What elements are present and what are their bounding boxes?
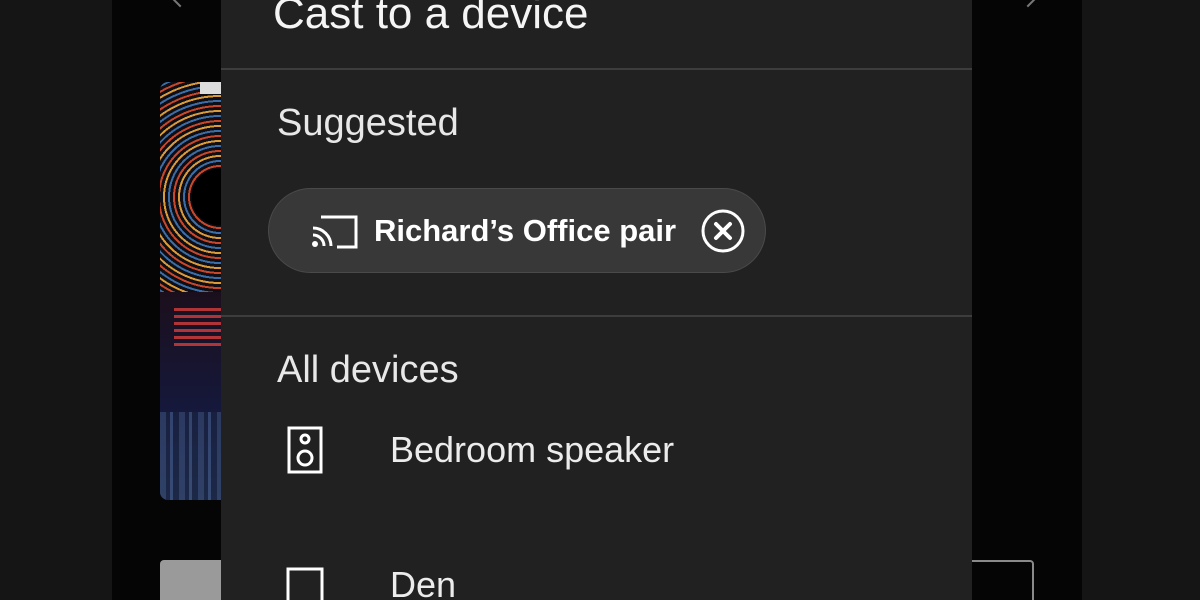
- section-divider: [221, 315, 972, 317]
- device-name: Bedroom speaker: [390, 429, 675, 470]
- device-row-bedroom-speaker[interactable]: Bedroom speaker: [221, 410, 972, 490]
- title-divider: [221, 68, 972, 70]
- suggested-device-label: Richard’s Office pair: [374, 213, 677, 248]
- device-name: Den: [390, 564, 457, 600]
- device-row-den[interactable]: Den: [221, 545, 972, 600]
- tv-icon: [286, 567, 324, 600]
- suggested-device-chip[interactable]: Richard’s Office pair: [268, 188, 766, 273]
- close-circle-icon[interactable]: [701, 209, 745, 253]
- suggested-header: Suggested: [277, 102, 459, 144]
- speaker-icon: [287, 426, 323, 474]
- all-devices-header: All devices: [277, 349, 459, 391]
- cast-dialog: Cast to a device Suggested Richard’s Off…: [221, 0, 972, 600]
- dialog-title: Cast to a device: [273, 0, 589, 38]
- cast-icon: [312, 215, 358, 249]
- screen: Cast to a device Suggested Richard’s Off…: [0, 0, 1200, 600]
- background-control-left: [160, 560, 230, 600]
